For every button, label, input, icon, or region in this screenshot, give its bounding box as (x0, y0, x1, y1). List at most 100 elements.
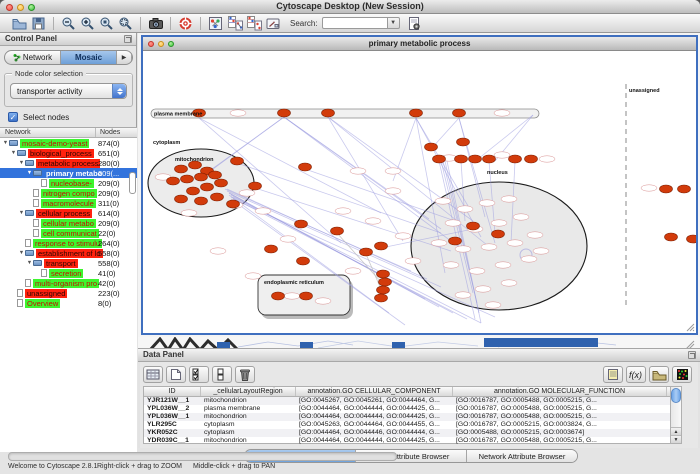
graph-node[interactable] (687, 235, 697, 243)
tree-row[interactable]: ▼primary metabo209(... (0, 168, 137, 178)
graph-node[interactable] (665, 233, 678, 241)
graph-node[interactable] (525, 155, 538, 163)
graph-node[interactable] (297, 257, 310, 265)
tab-mosaic[interactable]: Mosaic (61, 51, 117, 64)
graph-node[interactable] (167, 177, 180, 185)
float-panel-icon[interactable] (124, 35, 132, 43)
expand-triangle-icon[interactable]: ▼ (18, 160, 25, 166)
new-attribute-icon[interactable] (166, 366, 186, 383)
tree-row[interactable]: cell communicat22(0) (0, 228, 137, 238)
graph-node[interactable] (300, 292, 313, 300)
table-row[interactable]: YPL036W__1mitochondrion[GO:0044464, GO:0… (144, 413, 671, 421)
graph-node[interactable] (377, 270, 390, 278)
graph-node[interactable] (181, 175, 194, 183)
graph-node[interactable] (492, 230, 505, 238)
zoom-selected-icon[interactable] (98, 15, 115, 31)
table-row[interactable]: YDR039C__1mitochondrion[GO:0044464, GO:0… (144, 437, 671, 445)
zoom-fit-icon[interactable] (117, 15, 134, 31)
function-builder-icon[interactable]: f(x) (626, 366, 646, 383)
table-row[interactable]: YKR052Ccytoplasm[GO:0044464, GO:0044446,… (144, 429, 671, 437)
graph-node[interactable] (231, 157, 244, 165)
delete-attribute-icon[interactable] (235, 366, 255, 383)
graph-node[interactable] (467, 222, 480, 230)
float-panel-icon[interactable] (688, 351, 696, 359)
graph-node[interactable] (453, 109, 466, 117)
table-scrollbar-thumb[interactable] (671, 388, 681, 403)
save-icon[interactable] (30, 15, 47, 31)
graph-node[interactable] (211, 193, 224, 201)
expand-triangle-icon[interactable]: ▼ (18, 210, 25, 216)
tree-col-network[interactable]: Network (5, 129, 31, 136)
graph-node[interactable] (215, 179, 228, 187)
import-network-icon[interactable] (226, 15, 243, 31)
graph-node[interactable] (377, 286, 390, 294)
graph-node[interactable] (265, 245, 278, 253)
graph-node[interactable] (299, 163, 312, 171)
network-canvas[interactable]: plasma membrane cytoplasm mitochondrion … (143, 51, 696, 333)
filter-icon[interactable] (406, 15, 423, 31)
graph-node[interactable] (509, 155, 522, 163)
scroll-down-icon[interactable]: ▼ (671, 435, 681, 443)
search-input[interactable] (322, 17, 388, 29)
open-icon[interactable] (11, 15, 28, 31)
select-attributes-icon[interactable] (143, 366, 163, 383)
tree-row[interactable]: multi-organism pro42(0) (0, 278, 137, 288)
scroll-up-icon[interactable]: ▲ (671, 427, 681, 435)
notepad-icon[interactable] (603, 366, 623, 383)
import-attributes-icon[interactable] (649, 366, 669, 383)
search-dropdown-icon[interactable]: ▼ (388, 17, 400, 29)
graph-node[interactable] (272, 292, 285, 300)
expand-triangle-icon[interactable]: ▼ (2, 140, 9, 146)
heatmap-icon[interactable] (672, 366, 692, 383)
graph-node[interactable] (175, 195, 188, 203)
table-row[interactable]: YPL036W__2plasma membrane[GO:0044464, GO… (144, 405, 671, 413)
graph-node[interactable] (195, 173, 208, 181)
snapshot-icon[interactable] (147, 15, 164, 31)
graph-node[interactable] (469, 155, 482, 163)
zoom-in-icon[interactable] (79, 15, 96, 31)
graph-node[interactable] (449, 237, 462, 245)
graph-node[interactable] (249, 182, 262, 190)
graph-node[interactable] (195, 197, 208, 205)
graph-node[interactable] (227, 200, 240, 208)
graph-node[interactable] (295, 220, 308, 228)
col-id[interactable]: ID (144, 387, 201, 396)
tree-col-nodes[interactable]: Nodes (100, 129, 120, 136)
graph-node[interactable] (331, 227, 344, 235)
col-go-molecular-function[interactable]: annotation.GO MOLECULAR_FUNCTION (453, 387, 667, 396)
tree-row[interactable]: ▼cellular process614(0) (0, 208, 137, 218)
color-attribute-dropdown[interactable]: transporter activity (10, 83, 127, 99)
tree-row[interactable]: nucleobase-209(0) (0, 178, 137, 188)
graph-node[interactable] (678, 185, 691, 193)
tab-network-attribute-browser[interactable]: Network Attribute Browser (467, 450, 577, 462)
tree-row[interactable]: ▼transport558(0) (0, 258, 137, 268)
table-row[interactable]: YLR295Ccytoplasm[GO:0045263, GO:0044464,… (144, 421, 671, 429)
graph-node[interactable] (322, 109, 335, 117)
tree-row[interactable]: macromolecule311(0) (0, 198, 137, 208)
graph-node[interactable] (360, 248, 373, 256)
table-row[interactable]: YJR121W__1mitochondrion[GO:0045267, GO:0… (144, 397, 671, 405)
network-window-titlebar[interactable]: primary metabolic process (143, 37, 696, 51)
graph-node[interactable] (375, 294, 388, 302)
graph-node[interactable] (455, 155, 468, 163)
import-table-icon[interactable] (245, 15, 262, 31)
graph-node[interactable] (201, 183, 214, 191)
tree-row[interactable]: ▼biological_process651(0) (0, 148, 137, 158)
help-icon[interactable] (177, 15, 194, 31)
table-scrollbar[interactable]: ▲ ▼ (670, 386, 682, 444)
window-resize-grip-icon[interactable] (687, 324, 694, 331)
attribute-checklist-icon[interactable] (189, 366, 209, 383)
graph-node[interactable] (187, 187, 200, 195)
tree-row[interactable]: unassigned223(0) (0, 288, 137, 298)
graph-node[interactable] (375, 242, 388, 250)
graph-node[interactable] (278, 109, 291, 117)
graph-node[interactable] (209, 171, 222, 179)
tree-row[interactable]: ▼metabolic process280(0) (0, 158, 137, 168)
unselect-attributes-icon[interactable] (212, 366, 232, 383)
tree-row[interactable]: nitrogen compo209(0) (0, 188, 137, 198)
graph-node[interactable] (410, 109, 423, 117)
col-go-cellular-component[interactable]: annotation.GO CELLULAR_COMPONENT (296, 387, 453, 396)
tree-row[interactable]: ▼establishment of lo558(0) (0, 248, 137, 258)
tab-network[interactable]: Network (5, 51, 61, 64)
tree-row[interactable]: cellular metabo209(0) (0, 218, 137, 228)
